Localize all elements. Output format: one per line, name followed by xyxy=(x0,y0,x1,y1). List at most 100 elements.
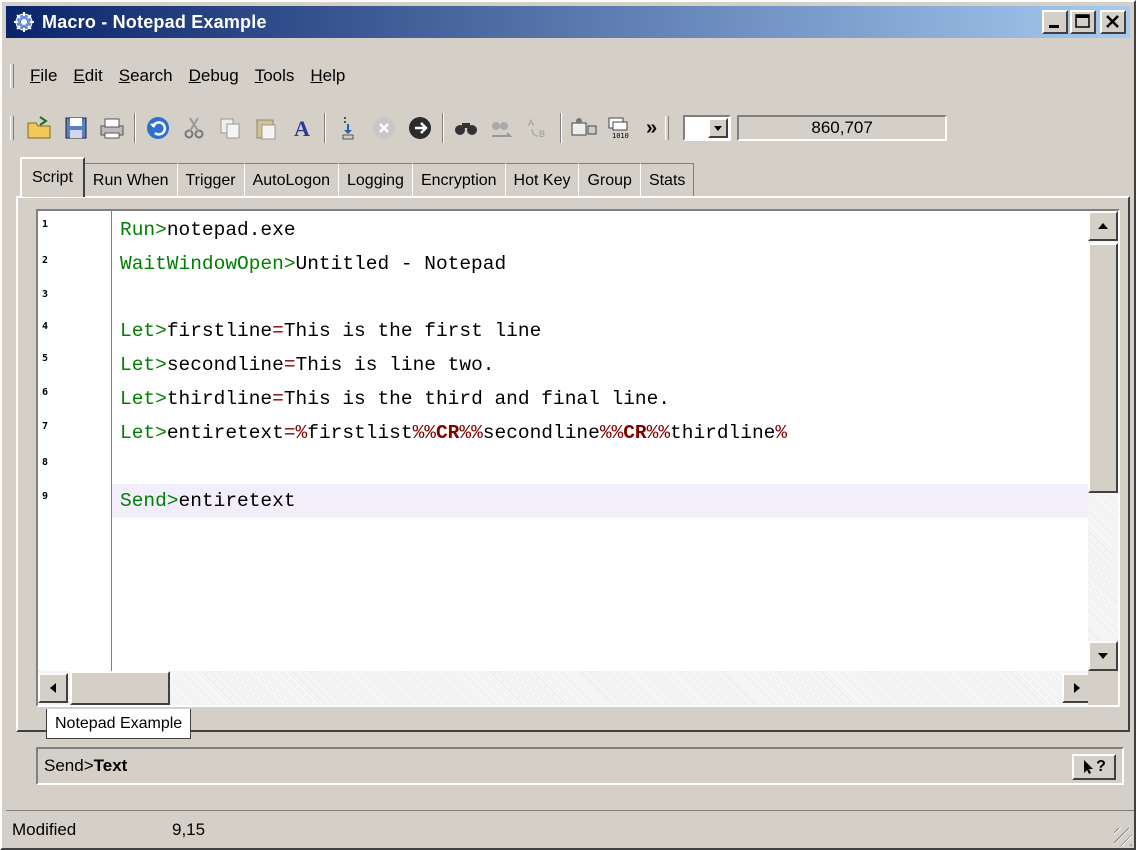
stop-icon[interactable] xyxy=(367,111,401,145)
code-line[interactable]: Run>notepad.exe xyxy=(120,213,296,247)
toolbar-separator xyxy=(560,113,562,143)
paste-icon[interactable] xyxy=(249,111,283,145)
maximize-button[interactable] xyxy=(1070,10,1096,34)
find-icon[interactable] xyxy=(449,111,483,145)
toolbar-grip[interactable] xyxy=(10,116,14,140)
line-number: 2 xyxy=(42,255,49,266)
toolbar-separator xyxy=(324,113,326,143)
arrow-left-icon xyxy=(50,683,56,693)
code-text: Untitled - Notepad xyxy=(295,253,507,275)
document-tab[interactable]: Notepad Example xyxy=(46,709,192,739)
horizontal-scrollbar[interactable] xyxy=(38,671,1092,705)
code-variable: entiretext xyxy=(166,422,284,444)
menu-search[interactable]: Search xyxy=(111,64,181,88)
save-icon[interactable] xyxy=(59,111,93,145)
maximize-icon xyxy=(1075,14,1090,28)
code-line[interactable]: Let>entiretext=%firstlist%%CR%%secondlin… xyxy=(120,416,787,450)
font-icon[interactable]: A xyxy=(285,111,319,145)
code-variable: secondline xyxy=(166,354,284,376)
tab-autologon[interactable]: AutoLogon xyxy=(243,163,339,197)
code-keyword: Run> xyxy=(120,219,167,241)
step-icon[interactable] xyxy=(331,111,365,145)
vertical-scrollbar[interactable] xyxy=(1088,211,1118,671)
toolbar-grip-2[interactable] xyxy=(665,116,670,140)
tab-hot-key[interactable]: Hot Key xyxy=(504,163,580,197)
script-editor[interactable]: 1 2 3 4 5 6 7 8 9 Run>notepad.exe WaitWi… xyxy=(36,209,1120,707)
menu-grip[interactable] xyxy=(10,64,14,88)
code-line[interactable]: Let>firstline=This is the first line xyxy=(120,314,541,348)
code-text: This is the first line xyxy=(283,320,542,342)
hint-param: Text xyxy=(93,756,128,775)
close-icon xyxy=(1106,15,1119,28)
code-text: %firstlist%%CR%%secondline%%CR%%thirdlin… xyxy=(295,422,788,444)
code-keyword: Let> xyxy=(120,388,167,410)
close-button[interactable] xyxy=(1100,10,1126,34)
code-keyword: Let> xyxy=(120,320,167,342)
scroll-up-button[interactable] xyxy=(1088,211,1118,241)
line-number: 4 xyxy=(42,321,49,332)
scroll-corner xyxy=(1088,671,1118,705)
menu-bar: File Edit Search Debug Tools Help xyxy=(10,60,353,92)
arrow-down-icon xyxy=(1098,653,1108,659)
tab-run-when[interactable]: Run When xyxy=(83,163,178,197)
binary-icon[interactable]: 1010 xyxy=(603,111,637,145)
line-number: 7 xyxy=(42,421,49,432)
resize-grip-icon[interactable] xyxy=(1114,828,1132,846)
tab-encryption[interactable]: Encryption xyxy=(411,163,506,197)
toolbar-separator xyxy=(442,113,444,143)
menu-tools[interactable]: Tools xyxy=(247,64,303,88)
code-keyword: Let> xyxy=(120,354,167,376)
title-bar[interactable]: Macro - Notepad Example xyxy=(6,6,1130,38)
code-keyword: Let> xyxy=(120,422,167,444)
menu-file[interactable]: File xyxy=(22,64,65,88)
undo-icon[interactable] xyxy=(141,111,175,145)
find-next-icon[interactable] xyxy=(485,111,519,145)
help-question-mark: ? xyxy=(1096,758,1106,775)
line-number: 9 xyxy=(42,491,49,502)
run-icon[interactable] xyxy=(403,111,437,145)
menu-edit[interactable]: Edit xyxy=(65,64,110,88)
tab-logging[interactable]: Logging xyxy=(338,163,413,197)
tab-trigger[interactable]: Trigger xyxy=(176,163,245,197)
minimize-button[interactable] xyxy=(1042,10,1068,34)
svg-text:1010: 1010 xyxy=(612,132,629,140)
status-state: Modified xyxy=(12,819,77,839)
print-icon[interactable] xyxy=(95,111,129,145)
code-line[interactable]: Let>secondline=This is line two. xyxy=(120,348,494,382)
code-line[interactable]: WaitWindowOpen>Untitled - Notepad xyxy=(120,247,506,281)
line-number-gutter: 1 2 3 4 5 6 7 8 9 xyxy=(38,211,112,671)
scroll-left-button[interactable] xyxy=(38,673,68,703)
svg-text:A: A xyxy=(294,116,310,141)
minimize-icon xyxy=(1049,25,1059,28)
scroll-down-button[interactable] xyxy=(1088,641,1118,671)
record-icon[interactable] xyxy=(567,111,601,145)
code-operator: = xyxy=(272,320,284,342)
vertical-scroll-thumb[interactable] xyxy=(1088,243,1118,493)
copy-icon[interactable] xyxy=(213,111,247,145)
horizontal-scroll-thumb[interactable] xyxy=(70,671,170,705)
open-folder-icon[interactable] xyxy=(23,111,57,145)
chevron-down-icon[interactable] xyxy=(708,118,729,138)
macro-app-icon xyxy=(12,10,36,34)
menu-debug[interactable]: Debug xyxy=(181,64,247,88)
counter-dropdown[interactable] xyxy=(683,115,732,141)
line-number: 3 xyxy=(42,289,49,300)
tab-script[interactable]: Script xyxy=(20,157,85,197)
code-text: This is line two. xyxy=(295,354,495,376)
code-variable: thirdline xyxy=(166,388,273,410)
code-line[interactable]: Let>thirdline=This is the third and fina… xyxy=(120,382,670,416)
arrow-up-icon xyxy=(1098,223,1108,229)
context-help-button[interactable]: ? xyxy=(1072,754,1116,780)
code-area[interactable]: Run>notepad.exe WaitWindowOpen>Untitled … xyxy=(112,211,1092,671)
menu-help[interactable]: Help xyxy=(302,64,353,88)
tab-stats[interactable]: Stats xyxy=(639,163,695,197)
line-number: 6 xyxy=(42,387,49,398)
code-line-current[interactable]: Send>entiretext xyxy=(112,484,1092,518)
line-number: 1 xyxy=(42,219,49,230)
toolbar-overflow-chevron[interactable]: » xyxy=(646,117,657,140)
code-text: entiretext xyxy=(178,490,296,512)
replace-icon[interactable]: AB xyxy=(521,111,555,145)
pointer-icon xyxy=(1084,760,1094,774)
cut-icon[interactable] xyxy=(177,111,211,145)
tab-group[interactable]: Group xyxy=(578,163,641,197)
